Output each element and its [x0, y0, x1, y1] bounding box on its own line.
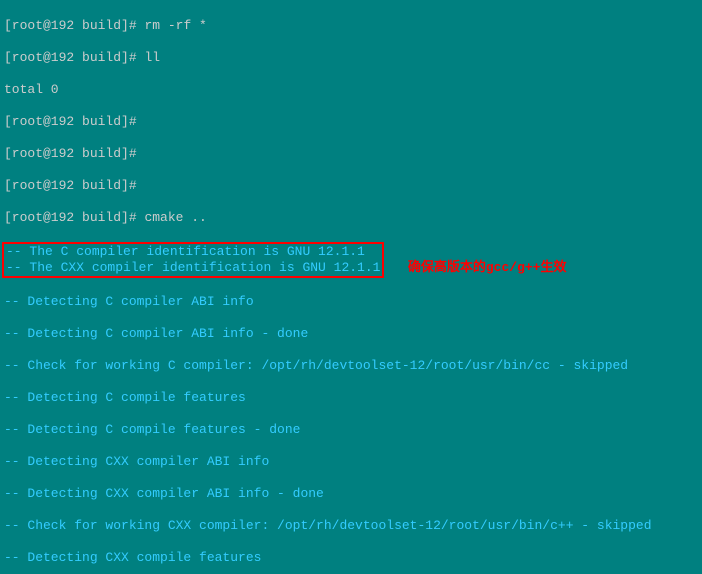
cmake-out: -- Detecting CXX compiler ABI info - don…: [4, 486, 698, 502]
cmd-rm: rm -rf *: [144, 18, 206, 33]
terminal[interactable]: [root@192 build]# rm -rf * [root@192 bui…: [0, 0, 702, 574]
prompt: [root@192 build]#: [4, 146, 137, 161]
prompt: [root@192 build]#: [4, 50, 137, 65]
prompt: [root@192 build]#: [4, 18, 137, 33]
cmake-out: -- Check for working C compiler: /opt/rh…: [4, 358, 698, 374]
compiler-id-c: -- The C compiler identification is GNU …: [6, 244, 365, 259]
cmake-out: -- Detecting C compile features - done: [4, 422, 698, 438]
prompt: [root@192 build]#: [4, 114, 137, 129]
cmake-out: -- Check for working CXX compiler: /opt/…: [4, 518, 698, 534]
prompt: [root@192 build]#: [4, 178, 137, 193]
cmake-out: -- Detecting C compiler ABI info - done: [4, 326, 698, 342]
prompt: [root@192 build]#: [4, 210, 137, 225]
output-total: total 0: [4, 82, 698, 98]
cmake-out: -- Detecting CXX compile features: [4, 550, 698, 566]
cmd-cmake: cmake ..: [144, 210, 206, 225]
annotation-gcc: 确保高版本的gcc/g++生效: [408, 260, 567, 275]
compiler-id-cxx: -- The CXX compiler identification is GN…: [6, 260, 380, 275]
cmake-out: -- Detecting CXX compiler ABI info: [4, 454, 698, 470]
highlight-box: -- The C compiler identification is GNU …: [2, 242, 384, 278]
cmake-out: -- Detecting C compile features: [4, 390, 698, 406]
cmd-ll: ll: [144, 50, 160, 65]
cmake-out: -- Detecting C compiler ABI info: [4, 294, 698, 310]
